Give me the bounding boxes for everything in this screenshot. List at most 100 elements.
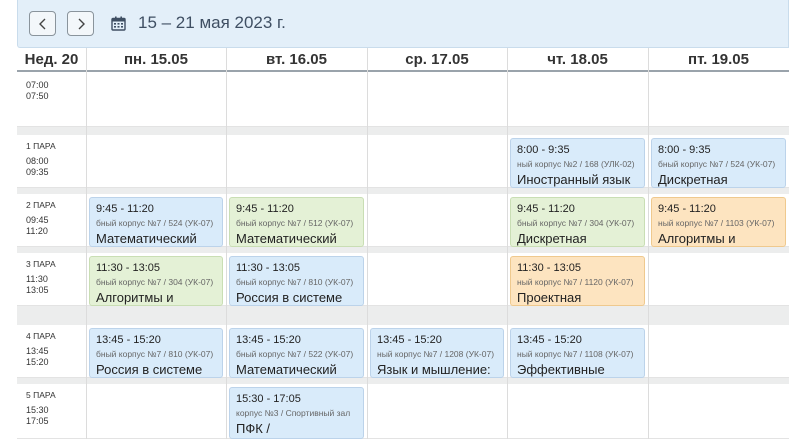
- event-name: Россия в системе: [96, 362, 203, 377]
- period-time-cell: 4 ПАРА 13:45 15:20: [17, 331, 86, 368]
- event-room: бный корпус №7 / 304 (УК-07): [517, 218, 635, 228]
- prev-week-button[interactable]: [29, 11, 56, 36]
- event-time: 11:30 - 13:05: [517, 262, 582, 274]
- column-divider: [648, 48, 649, 439]
- event-name: Иностранный язык: [517, 172, 631, 187]
- event-time: 11:30 - 13:05: [96, 262, 161, 274]
- period-time-cell: 07:00 07:50: [17, 80, 86, 102]
- lesson-event[interactable]: 15:30 - 17:05 корпус №3 / Спортивный зал П…: [229, 387, 364, 439]
- period-name: 3 ПАРА: [26, 259, 56, 269]
- event-name: Алгоритмы и: [96, 290, 174, 305]
- lesson-event[interactable]: 9:45 - 11:20 бный корпус №7 / 524 (УК-07)…: [89, 197, 223, 247]
- period-time-cell: 2 ПАРА 09:45 11:20: [17, 200, 86, 237]
- period-separator: [17, 378, 789, 384]
- week-number-header: Нед. 20: [17, 48, 86, 72]
- event-time: 9:45 - 11:20: [658, 203, 716, 215]
- period-end: 13:05: [26, 285, 49, 295]
- event-time: 13:45 - 15:20: [377, 334, 442, 346]
- day-header[interactable]: вт. 16.05: [226, 48, 367, 72]
- row-divider: [17, 126, 789, 127]
- period-start: 13:45: [26, 346, 49, 356]
- lesson-event[interactable]: 13:45 - 15:20 бный корпус №7 / 522 (УК-07…: [229, 328, 364, 378]
- period-name: 5 ПАРА: [26, 390, 56, 400]
- event-name: ПФК /: [236, 421, 271, 436]
- event-room: бный корпус №7 / 524 (УК-07): [96, 218, 214, 228]
- week-toolbar: 15 – 21 мая 2023 г.: [17, 0, 789, 48]
- event-name: Дискретная: [517, 231, 587, 246]
- week-range-title: 15 – 21 мая 2023 г.: [138, 13, 286, 32]
- period-end: 07:50: [26, 91, 49, 101]
- period-name: 2 ПАРА: [26, 200, 56, 210]
- event-name: Проектная: [517, 290, 582, 305]
- event-name: Дискретная: [658, 172, 728, 187]
- event-room: бный корпус №7 / 810 (УК-07): [96, 349, 214, 359]
- event-room: ный корпус №2 / 168 (УЛК-02): [517, 159, 635, 169]
- lesson-event[interactable]: 11:30 - 13:05 ный корпус №7 / 1120 (УК-07…: [510, 256, 645, 306]
- event-room: бный корпус №7 / 810 (УК-07): [236, 277, 354, 287]
- event-room: бный корпус №7 / 304 (УК-07): [96, 277, 214, 287]
- period-separator: [17, 306, 789, 325]
- lesson-event[interactable]: 13:45 - 15:20 ный корпус №7 / 1108 (УК-07…: [510, 328, 645, 378]
- day-header[interactable]: пт. 19.05: [648, 48, 789, 72]
- event-room: ный корпус №7 / 1208 (УК-07): [377, 349, 495, 359]
- lesson-event[interactable]: 13:45 - 15:20 бный корпус №7 / 810 (УК-07…: [89, 328, 223, 378]
- day-header[interactable]: пн. 15.05: [86, 48, 226, 72]
- event-time: 13:45 - 15:20: [236, 334, 301, 346]
- lesson-event[interactable]: 8:00 - 9:35 ный корпус №2 / 168 (УЛК-02) И…: [510, 138, 645, 188]
- event-time: 8:00 - 9:35: [658, 144, 711, 156]
- lesson-event[interactable]: 9:45 - 11:20 бный корпус №7 / 512 (УК-07)…: [229, 197, 364, 247]
- period-end: 11:20: [26, 226, 48, 236]
- period-time-cell: 3 ПАРА 11:30 13:05: [17, 259, 86, 296]
- event-time: 9:45 - 11:20: [236, 203, 294, 215]
- column-divider: [507, 48, 508, 439]
- event-time: 13:45 - 15:20: [517, 334, 582, 346]
- event-name: Алгоритмы и: [658, 231, 736, 246]
- period-time-cell: 5 ПАРА 15:30 17:05: [17, 390, 86, 427]
- calendar-icon: [111, 16, 126, 31]
- event-name: Математический: [96, 231, 197, 246]
- period-separator: [17, 127, 789, 135]
- lesson-event[interactable]: 11:30 - 13:05 бный корпус №7 / 304 (УК-07…: [89, 256, 223, 306]
- event-time: 9:45 - 11:20: [96, 203, 154, 215]
- period-end: 15:20: [26, 357, 49, 367]
- lesson-event[interactable]: 9:45 - 11:20 ный корпус №7 / 1103 (УК-07)…: [651, 197, 786, 247]
- period-separator: [17, 188, 789, 194]
- day-header[interactable]: ср. 17.05: [367, 48, 507, 72]
- lesson-event[interactable]: 11:30 - 13:05 бный корпус №7 / 810 (УК-07…: [229, 256, 364, 306]
- lesson-event[interactable]: 13:45 - 15:20 ный корпус №7 / 1208 (УК-07…: [370, 328, 504, 378]
- chevron-right-icon: [78, 18, 85, 29]
- period-start: 08:00: [26, 156, 49, 166]
- event-room: ный корпус №7 / 1120 (УК-07): [517, 277, 634, 287]
- column-divider: [86, 48, 87, 439]
- period-name: 4 ПАРА: [26, 331, 56, 341]
- event-room: корпус №3 / Спортивный зал: [236, 408, 351, 418]
- event-name: Эффективные: [517, 362, 605, 377]
- event-time: 11:30 - 13:05: [236, 262, 301, 274]
- lesson-event[interactable]: 9:45 - 11:20 бный корпус №7 / 304 (УК-07)…: [510, 197, 645, 247]
- period-time-cell: 1 ПАРА 08:00 09:35: [17, 141, 86, 178]
- event-room: бный корпус №7 / 522 (УК-07): [236, 349, 354, 359]
- event-name: Язык и мышление:: [377, 362, 491, 377]
- event-time: 8:00 - 9:35: [517, 144, 570, 156]
- lesson-event[interactable]: 8:00 - 9:35 бный корпус №7 / 524 (УК-07) Д…: [651, 138, 786, 188]
- event-name: Математический: [236, 362, 337, 377]
- period-start: 11:30: [26, 274, 48, 284]
- event-time: 13:45 - 15:20: [96, 334, 161, 346]
- event-name: Россия в системе: [236, 290, 343, 305]
- period-start: 07:00: [26, 80, 49, 90]
- next-week-button[interactable]: [67, 11, 94, 36]
- event-room: бный корпус №7 / 512 (УК-07): [236, 218, 354, 228]
- period-name: 1 ПАРА: [26, 141, 56, 151]
- day-header[interactable]: чт. 18.05: [507, 48, 648, 72]
- period-end: 09:35: [26, 167, 49, 177]
- event-room: ный корпус №7 / 1103 (УК-07): [658, 218, 775, 228]
- event-time: 9:45 - 11:20: [517, 203, 575, 215]
- chevron-left-icon: [38, 18, 45, 29]
- period-start: 15:30: [26, 405, 49, 415]
- event-name: Математический: [236, 231, 337, 246]
- period-end: 17:05: [26, 416, 49, 426]
- period-separator: [17, 247, 789, 253]
- period-start: 09:45: [26, 215, 49, 225]
- event-room: ный корпус №7 / 1108 (УК-07): [517, 349, 634, 359]
- column-divider: [226, 48, 227, 439]
